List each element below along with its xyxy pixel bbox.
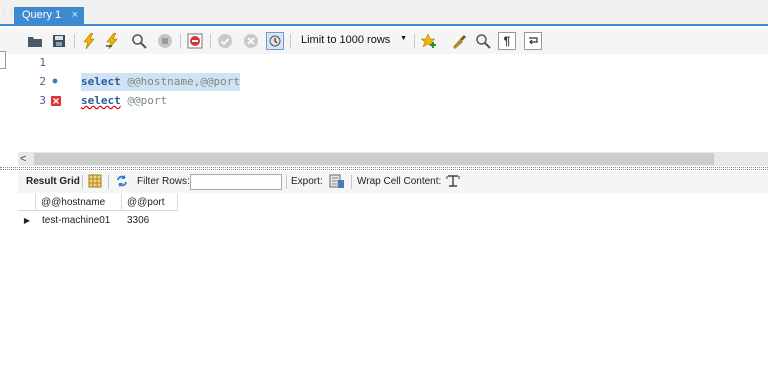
grid-cell[interactable]: 3306	[122, 212, 178, 229]
line-number: 1	[39, 56, 46, 69]
line-number: 3	[39, 94, 46, 107]
execute-icon[interactable]	[80, 32, 98, 50]
wrap-cell-icon[interactable]	[446, 174, 460, 191]
editor-line: 3 select @@port	[18, 92, 718, 110]
chevron-down-icon: ▼	[400, 35, 407, 42]
sql-keyword: select	[81, 94, 121, 107]
wrap-cell-label: Wrap Cell Content:	[357, 176, 442, 187]
code-text: select @@hostname,@@port	[81, 73, 240, 91]
toolbar-separator	[351, 175, 352, 189]
sql-editor[interactable]: 1 2 select @@hostname,@@port 3 select @@…	[18, 54, 768, 151]
sql-expression: @@port	[127, 94, 168, 107]
workbench-window: ⋮⋮ Query 1 × Limit to 1000 rows ▼ ¶ 1 2 …	[0, 0, 768, 390]
export-icon[interactable]	[329, 174, 345, 192]
export-label: Export:	[291, 176, 323, 187]
execute-current-icon[interactable]	[104, 32, 122, 50]
wrap-icon[interactable]	[524, 32, 542, 50]
error-icon	[51, 92, 63, 110]
filter-rows-label: Filter Rows:	[137, 176, 190, 187]
column-header-port[interactable]: @@port	[122, 194, 178, 211]
column-header-hostname[interactable]: @@hostname	[36, 194, 122, 211]
limit-rows-select[interactable]: Limit to 1000 rows ▼	[297, 32, 411, 50]
save-icon[interactable]	[50, 32, 68, 50]
add-snippet-icon[interactable]	[420, 32, 438, 50]
result-toolbar: Result Grid Filter Rows: Export: Wrap Ce…	[18, 171, 768, 193]
grid-cell[interactable]: test-machine01	[37, 212, 122, 229]
toolbar-separator	[82, 175, 83, 189]
scroll-left-icon[interactable]: <	[20, 152, 26, 166]
commit-icon[interactable]	[216, 32, 234, 50]
scrollbar-thumb[interactable]	[34, 153, 714, 165]
toolbar-separator	[74, 34, 75, 48]
tab-query-1[interactable]: Query 1 ×	[14, 7, 84, 26]
tab-strip: ⋮⋮ Query 1 ×	[0, 0, 768, 26]
statement-marker-icon	[51, 73, 63, 91]
editor-line: 2 select @@hostname,@@port	[18, 73, 718, 91]
pane-splitter[interactable]	[0, 167, 768, 170]
toolbar-separator	[414, 34, 415, 48]
toggle-continue-on-error-icon[interactable]	[186, 32, 204, 50]
explain-icon[interactable]	[130, 32, 148, 50]
refresh-icon[interactable]	[115, 174, 129, 191]
filter-rows-input[interactable]	[190, 174, 282, 190]
limit-rows-value: Limit to 1000 rows	[301, 34, 391, 46]
sql-expression: @@hostname,@@port	[127, 75, 240, 88]
editor-horizontal-scrollbar[interactable]: <	[18, 152, 768, 166]
tab-label: Query 1	[22, 9, 62, 21]
rollback-icon[interactable]	[242, 32, 260, 50]
find-icon[interactable]	[474, 32, 492, 50]
toolbar-separator	[210, 34, 211, 48]
close-icon[interactable]: ×	[72, 9, 78, 21]
invisible-chars-icon[interactable]: ¶	[498, 32, 516, 50]
beautify-icon[interactable]	[450, 32, 468, 50]
toolbar-separator	[180, 34, 181, 48]
grid-view-icon[interactable]	[88, 174, 102, 191]
code-text: select @@port	[81, 92, 167, 110]
query-toolbar: Limit to 1000 rows ▼ ¶	[0, 28, 768, 54]
stop-icon[interactable]	[156, 32, 174, 50]
sql-keyword: select	[81, 75, 121, 88]
grid-corner	[18, 194, 36, 211]
toolbar-separator	[290, 34, 291, 48]
line-number: 2	[39, 75, 46, 88]
open-folder-icon[interactable]	[26, 32, 44, 50]
result-grid-tab[interactable]: Result Grid	[26, 176, 80, 187]
editor-line: 1	[18, 54, 718, 72]
side-panel-handle[interactable]	[0, 51, 6, 69]
toolbar-separator	[286, 175, 287, 189]
autocommit-icon[interactable]	[266, 32, 284, 50]
grip-icon: ⋮⋮	[0, 9, 16, 18]
current-row-icon: ▶	[23, 216, 31, 225]
toolbar-separator	[108, 175, 109, 189]
